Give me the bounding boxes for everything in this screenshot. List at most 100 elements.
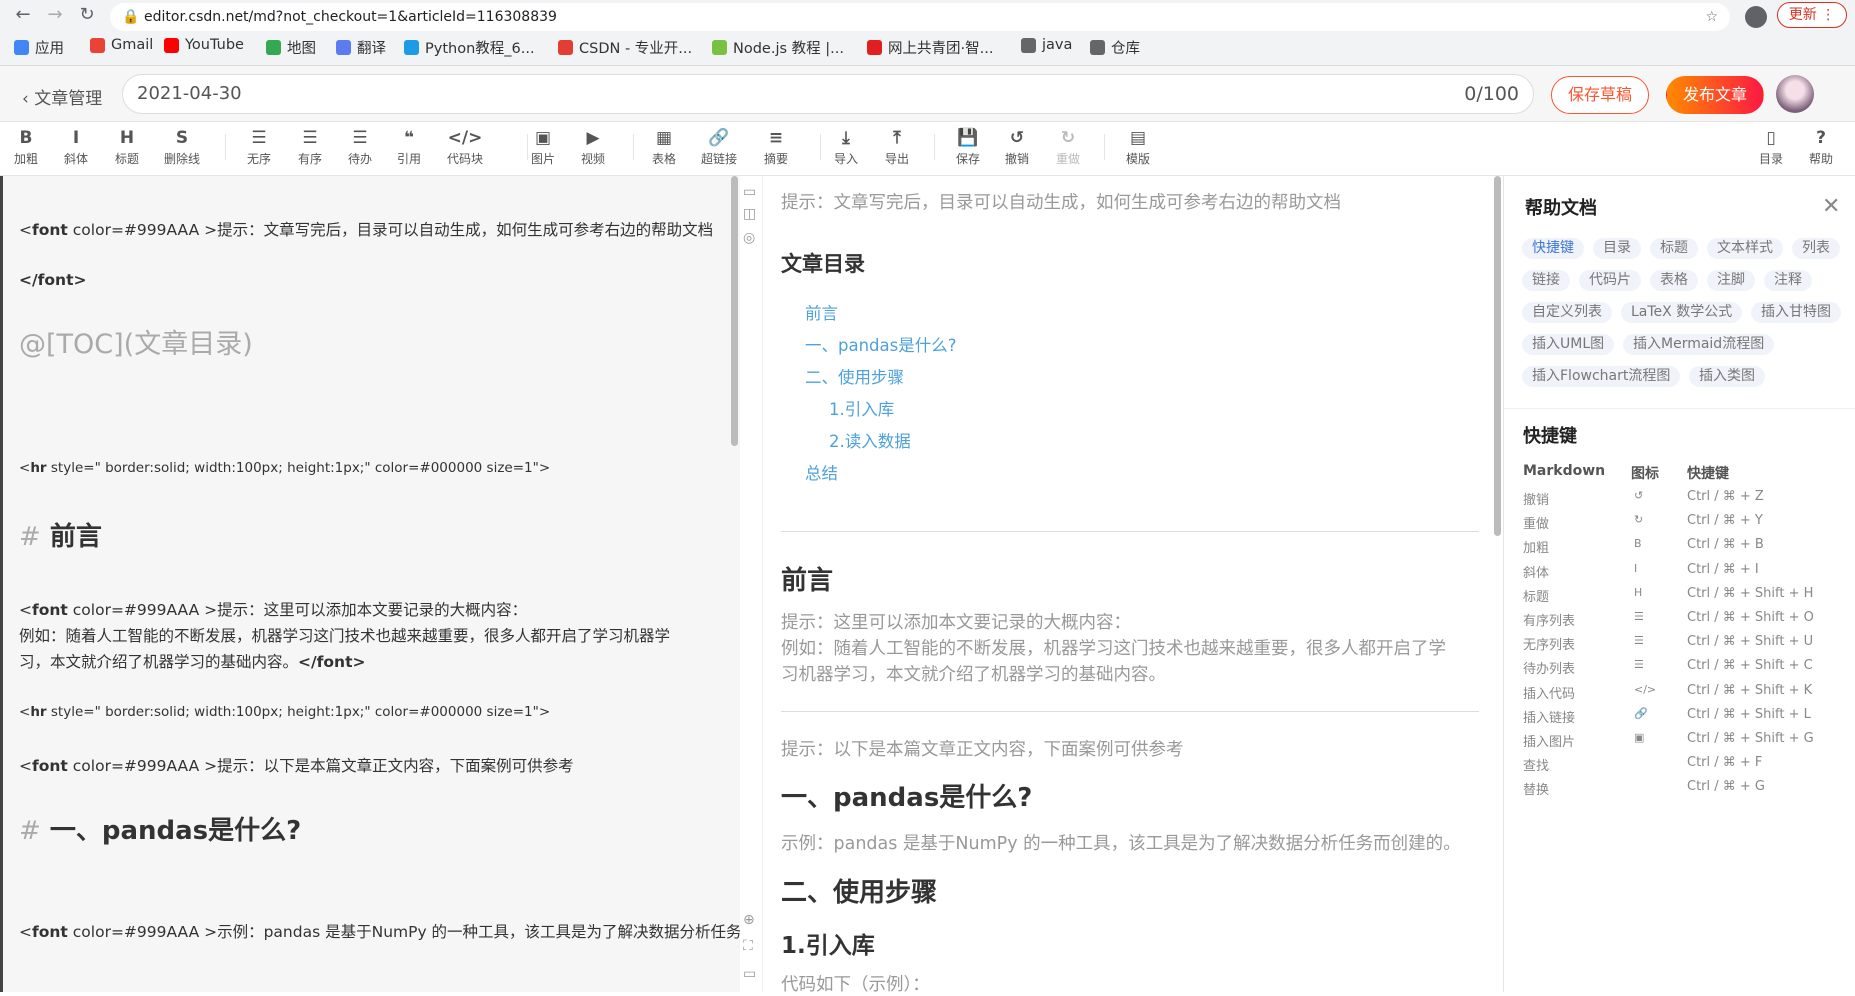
image-button[interactable]: ▣ 图片: [516, 126, 570, 167]
bookmark-item[interactable]: 网上共青团·智...: [867, 37, 993, 58]
help-tag[interactable]: 插入Flowchart流程图: [1522, 366, 1681, 387]
shortcut-icon: ↺: [1634, 489, 1644, 502]
toc-button[interactable]: ▯ 目录: [1744, 126, 1798, 167]
save-label: 保存: [955, 152, 980, 166]
code-block-button[interactable]: </> 代码块: [438, 126, 492, 167]
back-to-articles-link[interactable]: ‹ 文章管理: [22, 84, 102, 109]
help-tag[interactable]: 插入类图: [1689, 366, 1765, 387]
toc-link[interactable]: 二、使用步骤: [805, 364, 904, 388]
strikethrough-button[interactable]: S 删除线: [155, 126, 209, 167]
help-tag[interactable]: 注释: [1764, 270, 1812, 291]
toc-link[interactable]: 总结: [805, 460, 838, 484]
unordered-list-button[interactable]: ☰ 无序: [232, 126, 286, 167]
code-block-icon: </>: [447, 128, 483, 148]
bookmark-item[interactable]: CSDN - 专业开...: [558, 37, 692, 58]
bookmark-item[interactable]: Python教程_6...: [404, 37, 535, 58]
bookmark-item[interactable]: 仓库: [1090, 37, 1140, 58]
shortcut-action: 撤销: [1523, 493, 1550, 508]
bookmark-item[interactable]: Gmail: [90, 37, 153, 53]
help-tag[interactable]: LaTeX 数学公式: [1621, 302, 1743, 323]
redo-button[interactable]: ↻ 重做: [1041, 126, 1095, 167]
toc-link[interactable]: 前言: [805, 300, 838, 324]
help-tag[interactable]: 代码片: [1579, 270, 1641, 291]
help-tag[interactable]: 标题: [1650, 238, 1698, 259]
bookmark-label: 应用: [35, 41, 64, 57]
help-tag[interactable]: 快捷键: [1522, 238, 1584, 259]
bookmark-favicon-icon: [14, 40, 29, 55]
publish-button[interactable]: 发布文章: [1666, 76, 1764, 114]
star-icon[interactable]: ☆: [1705, 3, 1718, 31]
forward-arrow-icon[interactable]: →: [42, 4, 68, 25]
markdown-editor[interactable]: <font color=#999AAA >提示：文章写完后，目录可以自动生成，如…: [0, 176, 819, 992]
link-button[interactable]: 🔗 超链接: [692, 126, 746, 167]
split-view-icon[interactable]: ◫: [743, 206, 756, 222]
template-button[interactable]: ▤ 模版: [1111, 126, 1165, 167]
markdown-preview: 提示：文章写完后，目录可以自动生成，如何生成可参考右边的帮助文档 文章目录 前言…: [763, 176, 1497, 995]
help-tag[interactable]: 表格: [1650, 270, 1698, 291]
bookmark-item[interactable]: 翻译: [336, 37, 386, 58]
table-button[interactable]: ▦ 表格: [637, 126, 691, 167]
help-tag[interactable]: 插入甘特图: [1751, 302, 1841, 323]
summary-button[interactable]: ≡ 摘要: [749, 126, 803, 167]
bookmark-item[interactable]: YouTube: [164, 37, 244, 53]
preview-eye-icon[interactable]: ◎: [743, 230, 755, 246]
url-text: editor.csdn.net/md?not_checkout=1&articl…: [144, 9, 557, 25]
bold-button[interactable]: B 加粗: [0, 126, 53, 167]
ordered-list-button[interactable]: ☰ 有序: [283, 126, 337, 167]
undo-button[interactable]: ↺ 撤销: [990, 126, 1044, 167]
bookmark-favicon-icon: [867, 40, 882, 55]
reload-icon[interactable]: ↻: [74, 4, 100, 25]
unordered-list-label: 无序: [246, 152, 271, 166]
bookmark-favicon-icon: [336, 40, 351, 55]
toc-link[interactable]: 1.引入库: [829, 396, 894, 420]
help-tag[interactable]: 链接: [1522, 270, 1570, 291]
editor-scrollbar[interactable]: [731, 176, 738, 446]
save-button[interactable]: 💾 保存: [941, 126, 995, 167]
close-icon[interactable]: ✕: [1822, 194, 1840, 219]
help-tag[interactable]: 文本样式: [1707, 238, 1783, 259]
help-tag[interactable]: 插入UML图: [1522, 334, 1615, 355]
profile-icon[interactable]: [1745, 6, 1767, 28]
help-tag[interactable]: 自定义列表: [1522, 302, 1612, 323]
import-label: 导入: [833, 152, 858, 166]
redo-icon: ↻: [1060, 128, 1076, 148]
sync-scroll-icon[interactable]: ⊕: [743, 912, 755, 928]
export-button[interactable]: ⤒ 导出: [870, 126, 924, 167]
help-button[interactable]: ? 帮助: [1794, 126, 1848, 167]
bookmark-item[interactable]: Node.js 教程 |...: [712, 37, 844, 58]
bookmark-item[interactable]: java: [1021, 37, 1072, 53]
help-tag[interactable]: 目录: [1593, 238, 1641, 259]
help-tag[interactable]: 插入Mermaid流程图: [1623, 334, 1775, 355]
toc-title: 文章目录: [781, 252, 865, 276]
help-tag[interactable]: 列表: [1792, 238, 1840, 259]
shortcut-keys: Ctrl / ⌘ + Shift + K: [1687, 682, 1813, 698]
editor-only-icon[interactable]: ▭: [743, 184, 756, 200]
toolbar-separator: [225, 134, 226, 160]
update-button[interactable]: 更新 ⋮: [1777, 2, 1847, 28]
preview-hint: 提示：文章写完后，目录可以自动生成，如何生成可参考右边的帮助文档: [781, 193, 1341, 213]
save-draft-button[interactable]: 保存草稿: [1551, 76, 1649, 114]
help-tag[interactable]: 注脚: [1707, 270, 1755, 291]
toc-link[interactable]: 2.读入数据: [829, 428, 911, 452]
preview-mode-icon[interactable]: ▭: [743, 966, 756, 982]
avatar[interactable]: [1776, 75, 1814, 113]
toc-link[interactable]: 一、pandas是什么?: [805, 332, 956, 356]
quote-button[interactable]: ❝ 引用: [382, 126, 436, 167]
heading-button[interactable]: H 标题: [100, 126, 154, 167]
preview-scrollbar[interactable]: [1494, 176, 1501, 536]
todo-list-button[interactable]: ☰ 待办: [333, 126, 387, 167]
fullscreen-icon[interactable]: ⛶: [743, 938, 753, 954]
italic-button[interactable]: I 斜体: [49, 126, 103, 167]
shortcut-icon: ↻: [1634, 513, 1644, 527]
article-title-input[interactable]: 2021-04-30 0/100: [122, 74, 1534, 114]
save-icon: 💾: [957, 128, 979, 148]
back-arrow-icon[interactable]: ←: [10, 4, 36, 25]
export-label: 导出: [884, 152, 909, 166]
import-button[interactable]: ⤓ 导入: [819, 126, 873, 167]
url-bar[interactable]: 🔒 editor.csdn.net/md?not_checkout=1&artic…: [110, 3, 1730, 31]
video-button[interactable]: ▶ 视频: [566, 126, 620, 167]
shortcut-keys: Ctrl / ⌘ + B: [1687, 537, 1764, 553]
bookmark-item[interactable]: 应用: [14, 37, 64, 58]
bookmark-item[interactable]: 地图: [266, 37, 316, 58]
shortcut-action: 待办列表: [1523, 662, 1576, 678]
